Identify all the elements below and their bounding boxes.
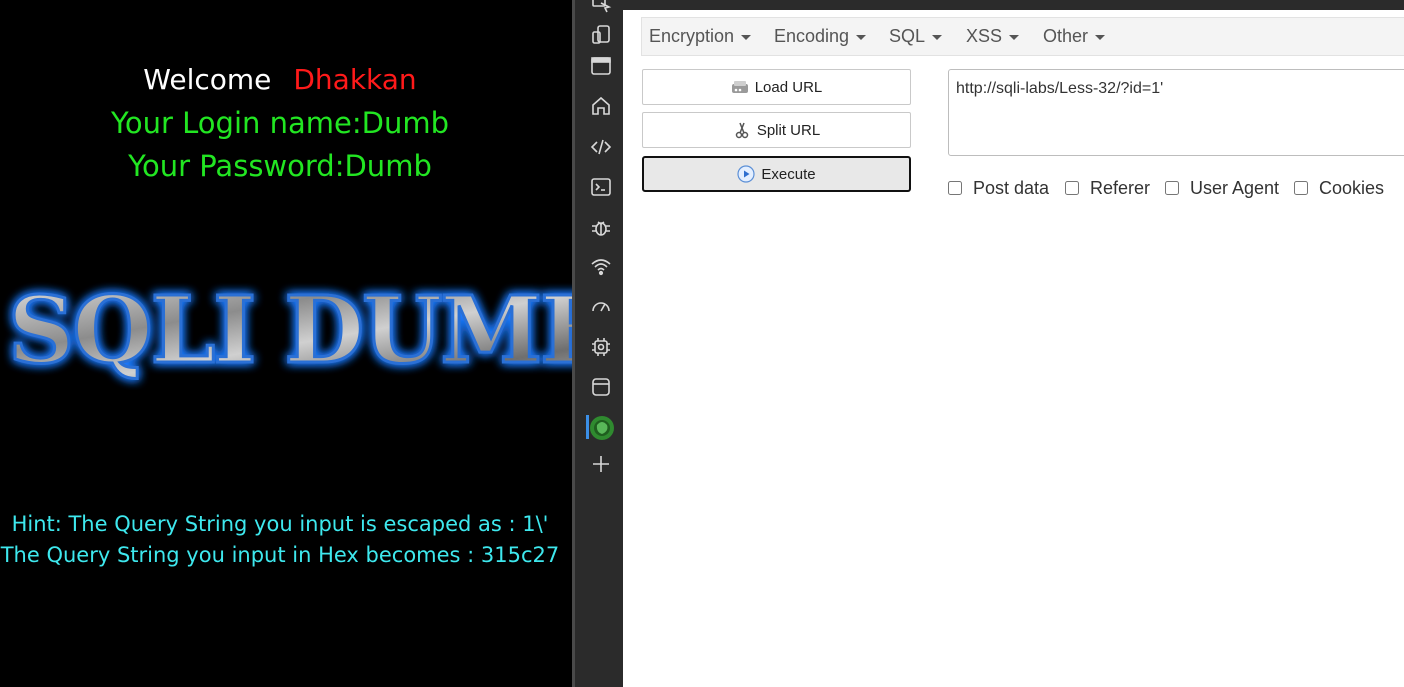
referer-label: Referer	[1090, 177, 1151, 198]
menu-encryption-label: Encryption	[649, 26, 735, 46]
chevron-down-icon	[856, 34, 867, 40]
home-icon[interactable]	[590, 95, 612, 117]
add-tool-icon[interactable]	[590, 453, 612, 475]
menu-encryption[interactable]: Encryption	[649, 18, 752, 55]
hint-escaped-text: Hint: The Query String you input is esca…	[11, 512, 549, 536]
play-icon	[737, 165, 755, 183]
post-data-checkbox[interactable]	[948, 181, 962, 195]
chevron-down-icon	[932, 34, 943, 40]
menu-sql[interactable]: SQL	[889, 18, 943, 55]
user-agent-option[interactable]: User Agent	[1165, 178, 1279, 198]
panel-layout-icon[interactable]	[590, 55, 612, 77]
load-url-icon	[731, 81, 748, 93]
sqli-dumb-banner-logo: SQLI DUMB	[7, 275, 573, 386]
hackbar-menubar: Encryption Encoding SQL XSS Other	[641, 17, 1404, 56]
user-agent-label: User Agent	[1190, 177, 1280, 198]
cookies-checkbox[interactable]	[1294, 181, 1308, 195]
post-data-option[interactable]: Post data	[948, 178, 1049, 198]
network-icon[interactable]	[590, 256, 612, 278]
hackbar-extension-icon[interactable]	[589, 415, 615, 441]
menu-other[interactable]: Other	[1043, 18, 1106, 55]
menu-encoding-label: Encoding	[774, 26, 850, 46]
welcome-username: Dhakkan	[293, 63, 417, 96]
hackbar-panel: Encryption Encoding SQL XSS Other Load U…	[623, 0, 1404, 687]
welcome-label: Welcome	[143, 63, 272, 96]
application-icon[interactable]	[590, 376, 612, 398]
split-url-label: Split URL	[756, 121, 821, 139]
chevron-down-icon	[1009, 34, 1020, 40]
device-emulation-icon[interactable]	[590, 24, 612, 46]
execute-button[interactable]: Execute	[642, 156, 911, 192]
login-name-text: Your Login name:Dumb	[111, 106, 449, 140]
password-text: Your Password:Dumb	[128, 149, 432, 183]
user-agent-checkbox[interactable]	[1165, 181, 1179, 195]
post-data-label: Post data	[973, 177, 1050, 198]
menu-sql-label: SQL	[889, 26, 926, 46]
devtools-tool-rail	[572, 0, 623, 687]
split-url-button[interactable]: Split URL	[642, 112, 911, 148]
chevron-down-icon	[741, 34, 752, 40]
panel-top-strip	[623, 0, 1404, 10]
chevron-down-icon	[1095, 34, 1106, 40]
url-textarea[interactable]: http://sqli-labs/Less-32/?id=1'	[948, 69, 1404, 156]
cookies-option[interactable]: Cookies	[1294, 178, 1384, 198]
console-icon[interactable]	[590, 176, 612, 198]
load-url-button[interactable]: Load URL	[642, 69, 911, 105]
memory-icon[interactable]	[590, 336, 612, 358]
menu-other-label: Other	[1043, 26, 1089, 46]
menu-xss-label: XSS	[966, 26, 1003, 46]
performance-icon[interactable]	[590, 296, 612, 318]
sources-bug-icon[interactable]	[590, 216, 612, 238]
menu-xss[interactable]: XSS	[966, 18, 1020, 55]
referer-option[interactable]: Referer	[1065, 178, 1150, 198]
menu-encoding[interactable]: Encoding	[774, 18, 867, 55]
webpage-viewport: Welcome Dhakkan Your Login name:Dumb Your…	[0, 0, 572, 687]
load-url-label: Load URL	[754, 78, 823, 96]
hint-hex-text: The Query String you input in Hex become…	[0, 543, 560, 567]
cookies-label: Cookies	[1319, 177, 1385, 198]
referer-checkbox[interactable]	[1065, 181, 1079, 195]
svg-text:SQLI DUMB: SQLI DUMB	[8, 276, 572, 384]
welcome-line: Welcome Dhakkan	[0, 63, 560, 96]
elements-icon[interactable]	[590, 136, 612, 158]
scissors-icon	[735, 122, 749, 139]
inspect-icon[interactable]	[590, 0, 612, 16]
execute-label: Execute	[761, 165, 816, 183]
